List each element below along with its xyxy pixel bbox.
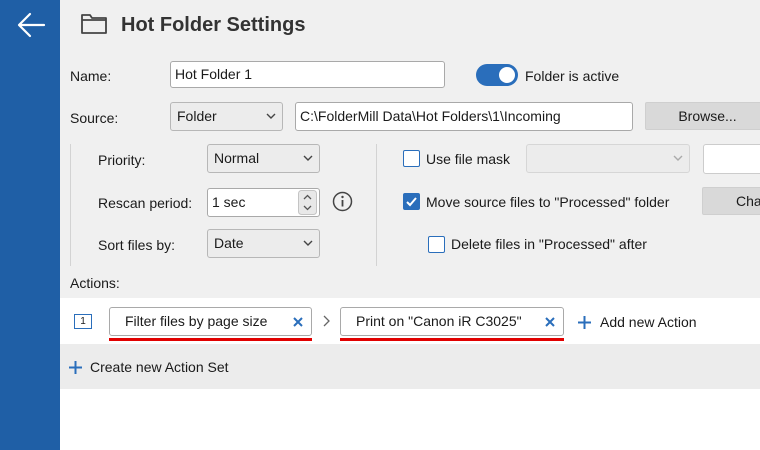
delete-processed-checkbox[interactable]	[428, 236, 445, 253]
move-processed-label: Move source files to "Processed" folder	[426, 194, 670, 210]
priority-select[interactable]: Normal	[207, 144, 320, 173]
move-processed-checkbox[interactable]	[403, 193, 420, 210]
chevron-down-icon	[303, 240, 313, 246]
file-mask-select[interactable]	[526, 144, 690, 173]
group-divider-middle	[376, 144, 377, 266]
settings-panel: Name: Hot Folder 1 Folder is active Sour…	[60, 52, 760, 298]
chevron-down-icon	[266, 113, 276, 119]
close-icon[interactable]	[544, 316, 556, 328]
left-sidebar	[0, 0, 60, 450]
name-field[interactable]: Hot Folder 1	[170, 61, 445, 88]
arrow-left-icon[interactable]	[14, 8, 48, 42]
info-icon[interactable]	[332, 191, 353, 212]
change-folder-button[interactable]: Cha	[702, 187, 760, 215]
action-set-row: 1 Filter files by page size Print on "Ca…	[60, 298, 760, 344]
browse-button[interactable]: Browse...	[645, 102, 760, 130]
source-type-value: Folder	[177, 108, 217, 124]
toggle-knob	[499, 67, 515, 83]
chevron-right-icon	[323, 315, 330, 327]
folder-icon	[81, 14, 107, 34]
action-chip-label: Filter files by page size	[125, 313, 268, 329]
create-action-set-label: Create new Action Set	[90, 359, 229, 375]
action-chip-filter[interactable]: Filter files by page size	[109, 307, 312, 336]
action-chip-print[interactable]: Print on "Canon iR C3025"	[340, 307, 564, 336]
chevron-down-icon	[303, 155, 313, 161]
close-icon[interactable]	[292, 316, 304, 328]
source-path-field[interactable]: C:\FolderMill Data\Hot Folders\1\Incomin…	[295, 102, 633, 131]
action-chip-underline	[340, 338, 564, 341]
priority-label: Priority:	[98, 152, 146, 168]
page-title: Hot Folder Settings	[121, 14, 306, 36]
group-divider-left	[70, 144, 71, 266]
file-mask-checkbox[interactable]	[403, 150, 420, 167]
action-set-number[interactable]: 1	[74, 314, 92, 329]
plus-icon	[578, 316, 591, 329]
sort-value: Date	[214, 235, 244, 251]
actions-label: Actions:	[70, 275, 120, 291]
checkmark-icon	[406, 197, 417, 207]
folder-active-label: Folder is active	[525, 68, 620, 84]
file-mask-label: Use file mask	[426, 151, 511, 167]
new-action-set-row: Create new Action Set	[60, 344, 760, 389]
sort-label: Sort files by:	[98, 237, 176, 253]
sort-select[interactable]: Date	[207, 229, 320, 258]
chevron-down-icon	[673, 155, 683, 161]
action-chip-underline	[109, 338, 312, 341]
source-label: Source:	[70, 110, 119, 126]
spinner-arrows-icon[interactable]	[298, 190, 317, 215]
source-type-select[interactable]: Folder	[170, 102, 283, 131]
file-mask-field[interactable]	[703, 144, 760, 174]
folder-active-toggle[interactable]	[476, 64, 518, 86]
title-bar: Hot Folder Settings	[60, 0, 760, 52]
priority-value: Normal	[214, 150, 260, 166]
add-action-label: Add new Action	[600, 314, 697, 330]
name-label: Name:	[70, 68, 112, 84]
action-chip-label: Print on "Canon iR C3025"	[356, 313, 522, 329]
create-action-set-button[interactable]: Create new Action Set	[69, 359, 229, 375]
plus-icon	[69, 361, 82, 374]
add-action-button[interactable]: Add new Action	[578, 314, 697, 330]
rescan-label: Rescan period:	[98, 195, 193, 211]
delete-processed-label: Delete files in "Processed" after	[451, 236, 647, 252]
